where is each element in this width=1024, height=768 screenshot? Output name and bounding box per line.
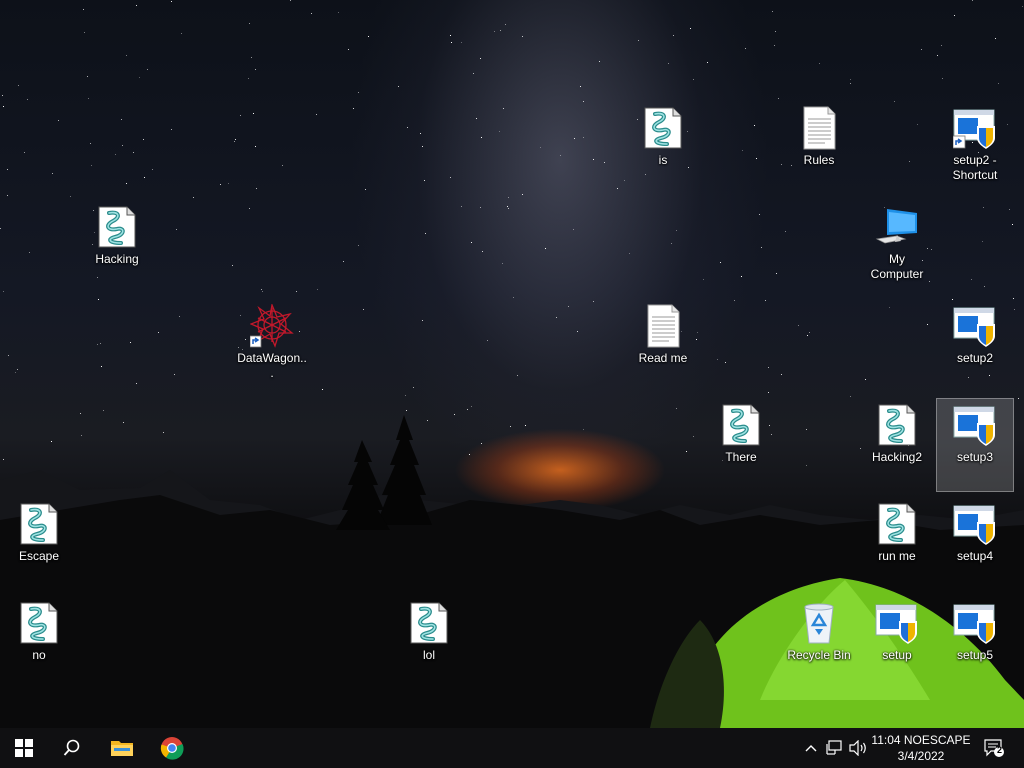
desktop-icon-label: is (658, 153, 668, 167)
desktop-icon-escape[interactable]: Escape (1, 498, 77, 590)
chrome-icon (160, 737, 184, 760)
desktop-icon-hacking[interactable]: Hacking (79, 201, 155, 293)
desktop-icon-there[interactable]: There (703, 399, 779, 491)
script-file-icon (719, 403, 763, 447)
taskbar: 11:04 NOESCAPE 3/4/2022 2 (0, 728, 1024, 768)
desktop-icon-setup[interactable]: setup (859, 597, 935, 689)
script-file-icon (875, 502, 919, 546)
desktop-icon-lol[interactable]: lol (391, 597, 467, 689)
installer-shortcut-icon (952, 106, 997, 150)
desktop-icon-setup2-shortcut[interactable]: setup2 - Shortcut (937, 102, 1013, 194)
desktop-icon-label: setup (882, 648, 912, 662)
notification-count: 2 (997, 745, 1003, 755)
desktop-icon-run-me[interactable]: run me (859, 498, 935, 590)
windows-logo-icon (15, 739, 33, 757)
desktop-icon-label: Hacking2 (871, 450, 923, 464)
file-explorer-icon (111, 741, 133, 756)
desktop-icon-read-me[interactable]: Read me (625, 300, 701, 392)
clock-date: 3/4/2022 (897, 749, 945, 763)
search-button[interactable] (48, 728, 96, 768)
computer-icon (875, 205, 919, 249)
desktop-icon-label: setup5 (956, 648, 994, 662)
desktop-icon-my-computer[interactable]: My Computer (859, 201, 935, 293)
volume-icon (849, 740, 866, 756)
desktop-icon-label: Recycle Bin (787, 648, 851, 662)
installer-icon (953, 304, 997, 348)
volume-button[interactable] (846, 728, 870, 768)
installer-icon (953, 403, 997, 447)
script-file-icon (95, 205, 139, 249)
script-file-icon (641, 106, 685, 150)
desktop-icon-setup5[interactable]: setup5 (937, 597, 1013, 689)
script-file-icon (407, 601, 451, 645)
action-center-button[interactable]: 2 (978, 728, 1010, 768)
network-button[interactable] (822, 728, 846, 768)
recycle-bin-icon (797, 601, 841, 645)
chevron-up-icon (805, 745, 817, 752)
desktop-icon-label: Read me (638, 351, 688, 365)
text-file-icon (797, 106, 841, 150)
desktop-icon-setup4[interactable]: setup4 (937, 498, 1013, 590)
desktop-icon-setup2[interactable]: setup2 (937, 300, 1013, 392)
show-hidden-icons-button[interactable] (800, 728, 822, 768)
desktop-icon-is[interactable]: is (625, 102, 701, 194)
desktop-icon-rules[interactable]: Rules (781, 102, 857, 194)
chrome-button[interactable] (148, 728, 196, 768)
desktop-icon-label: Hacking (95, 252, 139, 266)
script-file-icon (17, 601, 61, 645)
installer-icon (953, 502, 997, 546)
desktop-icon-label: My Computer (870, 252, 924, 281)
desktop-icon-label: no (32, 648, 46, 662)
start-button[interactable] (0, 728, 48, 768)
text-file-icon (641, 304, 685, 348)
desktop-icon-hacking2[interactable]: Hacking2 (859, 399, 935, 491)
desktop-icon-setup3[interactable]: setup3 (936, 398, 1014, 492)
app-shortcut-icon (249, 302, 294, 348)
taskbar-clock[interactable]: 11:04 NOESCAPE 3/4/2022 (868, 732, 974, 764)
desktop-icon-label: DataWagon... (237, 351, 307, 380)
desktop-icon-label: Rules (803, 153, 835, 167)
installer-icon (875, 601, 919, 645)
desktop-icon-label: setup2 - Shortcut (952, 153, 998, 182)
file-explorer-button[interactable] (98, 728, 146, 768)
desktop-icon-label: There (725, 450, 757, 464)
network-icon (826, 740, 842, 755)
desktop-icon-label: run me (878, 549, 916, 563)
desktop-icon-label: setup4 (956, 549, 994, 563)
desktop-icon-no[interactable]: no (1, 597, 77, 689)
search-icon (63, 739, 80, 756)
installer-icon (953, 601, 997, 645)
script-file-icon (875, 403, 919, 447)
desktop-icon-label: lol (422, 648, 435, 662)
script-file-icon (17, 502, 61, 546)
clock-time: 11:04 NOESCAPE (871, 733, 971, 747)
desktop-icon-label: setup3 (956, 450, 994, 464)
desktop-icon-label: setup2 (956, 351, 994, 365)
desktop-icon-recycle-bin[interactable]: Recycle Bin (781, 597, 857, 689)
desktop-icon-datawagon[interactable]: DataWagon... (234, 300, 310, 392)
desktop-icon-label: Escape (18, 549, 60, 563)
